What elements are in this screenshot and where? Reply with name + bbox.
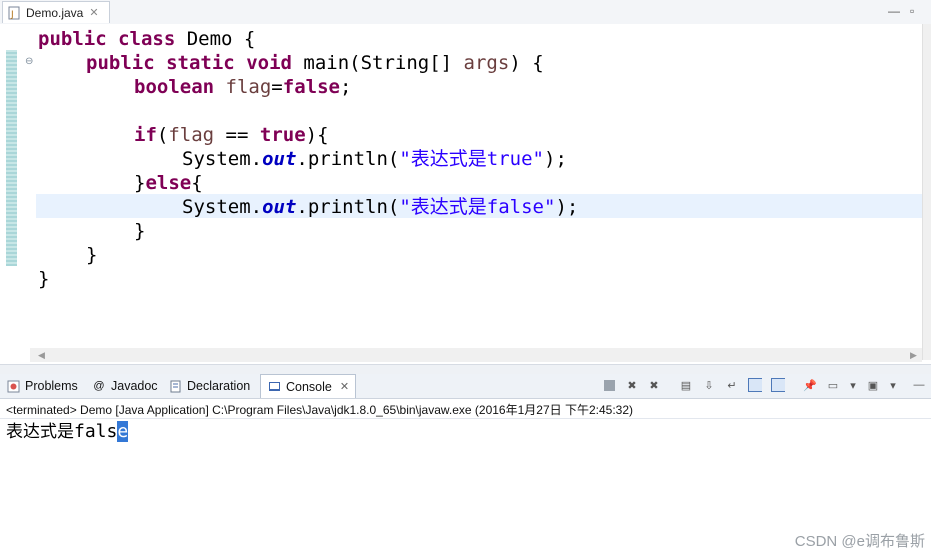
scroll-lock-icon[interactable]: ⇩ bbox=[702, 378, 716, 392]
tab-javadoc[interactable]: @ Javadoc bbox=[92, 374, 157, 398]
minimize-icon[interactable]: — bbox=[912, 378, 926, 392]
chevron-down-icon[interactable]: ▾ bbox=[846, 378, 860, 392]
console-output-area[interactable] bbox=[0, 418, 931, 556]
editor-vertical-scrollbar[interactable] bbox=[922, 24, 931, 360]
code-line-11: } bbox=[38, 268, 50, 290]
editor-horizontal-scrollbar[interactable] bbox=[30, 348, 922, 362]
console-status: <terminated> Demo [Java Application] C:\… bbox=[6, 403, 633, 417]
fold-collapse-icon[interactable]: ⊖ bbox=[25, 56, 33, 67]
code-line-5: if(flag == true){ bbox=[134, 124, 329, 146]
editor-tab-label: Demo.java bbox=[26, 5, 84, 20]
code-line-3: boolean flag=false; bbox=[134, 76, 352, 98]
maximize-icon[interactable]: ▫ bbox=[910, 4, 914, 18]
show-on-stdout-icon[interactable] bbox=[748, 378, 762, 392]
svg-text:J: J bbox=[10, 10, 14, 20]
open-console-icon[interactable]: ▣ bbox=[866, 378, 880, 392]
code-line-8: System.out.println("表达式是false"); bbox=[182, 196, 579, 218]
pin-console-icon[interactable]: 📌 bbox=[803, 378, 817, 392]
console-icon bbox=[267, 380, 281, 394]
terminate-icon[interactable] bbox=[602, 378, 616, 392]
code-line-9: } bbox=[134, 220, 146, 242]
display-selected-console-icon[interactable]: ▭ bbox=[826, 378, 840, 392]
java-file-icon: J bbox=[7, 6, 21, 20]
minimize-icon[interactable]: — bbox=[888, 4, 900, 18]
close-icon[interactable]: ✕ bbox=[340, 380, 349, 393]
show-on-stderr-icon[interactable] bbox=[771, 378, 785, 392]
at-sign-icon: @ bbox=[93, 380, 105, 392]
selected-text: e bbox=[117, 421, 129, 442]
scroll-right-icon[interactable]: ▶ bbox=[910, 350, 917, 361]
clear-console-icon[interactable]: ▤ bbox=[679, 378, 693, 392]
pane-splitter[interactable] bbox=[0, 364, 931, 374]
chevron-down-icon[interactable]: ▾ bbox=[886, 378, 900, 392]
tab-declaration[interactable]: Declaration bbox=[168, 374, 250, 398]
code-line-6: System.out.println("表达式是true"); bbox=[182, 148, 567, 170]
watermark: CSDN @e调布鲁斯 bbox=[794, 533, 925, 550]
remove-launch-icon[interactable]: ✖ bbox=[625, 378, 639, 392]
code-line-1: public class Demo { bbox=[38, 28, 256, 50]
code-line-7: }else{ bbox=[134, 172, 203, 194]
code-line-2: public static void main(String[] args) { bbox=[86, 52, 544, 74]
scroll-left-icon[interactable]: ◀ bbox=[38, 350, 45, 361]
editor-tab-bar: J Demo.java ✕ — ▫ bbox=[0, 0, 931, 25]
view-tab-bar: Problems @ Javadoc Declaration Console ✕ bbox=[0, 374, 931, 399]
close-icon[interactable]: ✕ bbox=[89, 6, 98, 19]
console-output: 表达式是false bbox=[6, 421, 129, 442]
remove-all-terminated-icon[interactable]: ✖ bbox=[647, 378, 661, 392]
declaration-icon bbox=[168, 379, 182, 393]
word-wrap-icon[interactable]: ↵ bbox=[725, 378, 739, 392]
code-line-10: } bbox=[86, 244, 98, 266]
problems-icon bbox=[6, 379, 20, 393]
tab-console[interactable]: Console ✕ bbox=[260, 374, 357, 398]
editor-tab-demo-java[interactable]: J Demo.java ✕ bbox=[2, 1, 110, 23]
tab-problems[interactable]: Problems bbox=[6, 374, 78, 398]
quick-diff-bar bbox=[6, 50, 17, 266]
